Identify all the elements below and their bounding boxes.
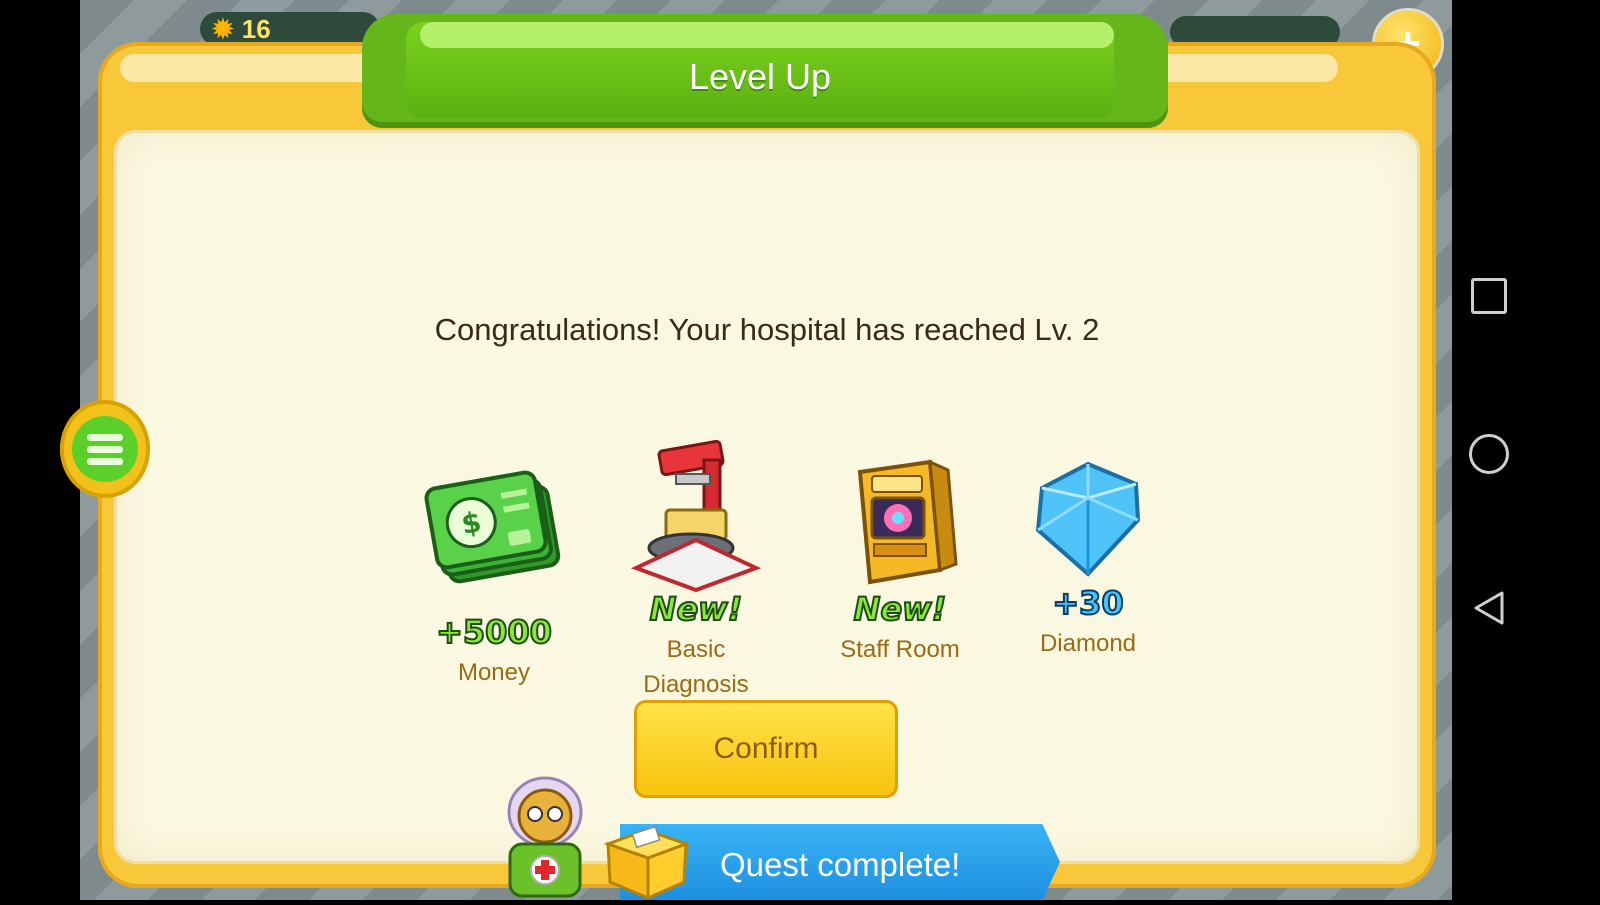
- reward-diamond-amount: +30: [1051, 584, 1124, 622]
- reward-diagnosis-label-line: Diagnosis: [643, 671, 749, 698]
- money-icon: $: [394, 455, 594, 615]
- arcade-machine-icon: [800, 452, 1000, 592]
- player-level-badge: ✹ 16: [200, 12, 380, 46]
- robot-mascot-icon: [486, 776, 604, 900]
- level-star-icon: ✹: [212, 13, 234, 44]
- reward-staff-room: New! Staff Room: [800, 452, 1000, 667]
- list-icon: [72, 416, 138, 482]
- menu-button[interactable]: [60, 400, 150, 498]
- player-level-value: 16: [241, 13, 271, 44]
- reward-money-amount: +5000: [435, 613, 553, 651]
- reward-diamond-label: Diamond: [1039, 630, 1137, 657]
- recent-apps-icon[interactable]: [1471, 278, 1507, 314]
- reward-staff-room-label: Staff Room: [840, 636, 960, 663]
- reward-box-icon: [600, 810, 692, 901]
- reward-staff-room-badge: New!: [853, 590, 948, 628]
- dialog-title: Level Up: [688, 56, 832, 97]
- home-icon[interactable]: [1469, 434, 1509, 474]
- reward-diagnosis-label: Basic Diagnosis: [596, 632, 796, 702]
- title-gloss: [420, 22, 1114, 48]
- reward-money-label: Money: [457, 659, 531, 686]
- back-icon[interactable]: [1472, 590, 1506, 626]
- diamond-icon: [988, 458, 1188, 586]
- reward-diagnosis-badge: New!: [649, 590, 744, 628]
- reward-diamond: +30 Diamond: [988, 458, 1188, 661]
- reward-diagnosis-label-line: Basic: [666, 636, 726, 663]
- confirm-button[interactable]: Confirm: [634, 700, 898, 798]
- quest-complete-text: Quest complete!: [720, 846, 961, 883]
- diagnosis-machine-icon: [596, 439, 796, 593]
- reward-basic-diagnosis: New! Basic Diagnosis: [596, 439, 796, 702]
- level-up-message: Congratulations! Your hospital has reach…: [434, 312, 1100, 347]
- reward-money: $ +5000 Money: [394, 455, 594, 690]
